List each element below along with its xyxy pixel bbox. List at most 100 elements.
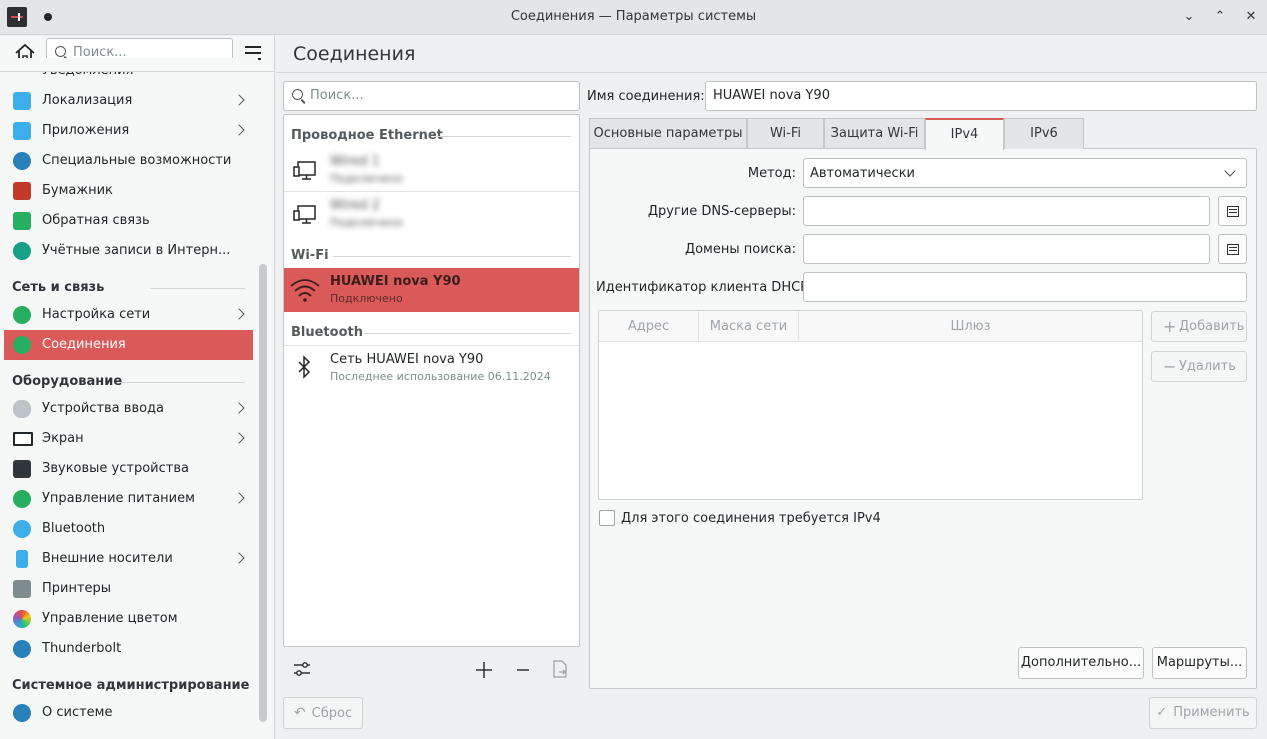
tab-wifi[interactable]: Wi-Fi xyxy=(747,118,824,149)
chevron-right-icon xyxy=(233,552,245,564)
sidebar-item-network-settings[interactable]: Настройка сети xyxy=(4,300,253,330)
sidebar-item-thunderbolt[interactable]: Thunderbolt xyxy=(4,634,253,664)
sidebar-item-accessibility[interactable]: Специальные возможности xyxy=(4,146,253,176)
dhcp-client-label: Идентификатор клиента DHCP: xyxy=(596,280,813,295)
tab-ipv4[interactable]: IPv4 xyxy=(925,118,1004,150)
tab-general[interactable]: Основные параметры xyxy=(589,118,747,149)
list-item[interactable]: Wired 1 Подключено xyxy=(284,148,579,192)
dns-edit-button[interactable] xyxy=(1218,196,1247,226)
sidebar-item-label: Внешние носители xyxy=(42,551,173,566)
domains-edit-button[interactable] xyxy=(1218,234,1247,264)
ethernet-icon xyxy=(293,205,316,224)
list-item-active[interactable]: HUAWEI nova Y90 Подключено xyxy=(284,268,579,312)
connections-search-placeholder: Поиск... xyxy=(310,88,364,103)
section-divider xyxy=(120,382,245,383)
sidebar-item-online-accounts[interactable]: Учётные записи в Интерн... xyxy=(4,236,253,266)
search-icon xyxy=(292,89,303,100)
require-ipv4-label: Для этого соединения требуется IPv4 xyxy=(621,511,881,526)
sidebar-item-about[interactable]: О системе xyxy=(4,698,253,728)
section-hardware: Оборудование xyxy=(12,374,123,389)
routes-button[interactable]: Маршруты... xyxy=(1152,647,1247,679)
reset-label: Сброс xyxy=(311,706,353,721)
apply-label: Применить xyxy=(1173,705,1250,720)
tab-ipv6[interactable]: IPv6 xyxy=(1004,118,1084,149)
window-title: Соединения — Параметры системы xyxy=(510,9,757,24)
sidebar-clip xyxy=(0,58,258,72)
remove-address-label: Удалить xyxy=(1179,359,1236,374)
list-item[interactable]: Сеть HUAWEI nova Y90 Последнее использов… xyxy=(284,346,579,390)
accessibility-icon xyxy=(13,152,31,170)
connection-name-input[interactable]: HUAWEI nova Y90 xyxy=(705,81,1257,111)
sidebar-item-color[interactable]: Управление цветом xyxy=(4,604,253,634)
maximize-button[interactable]: ⌃ xyxy=(1211,8,1229,26)
header-divider xyxy=(276,72,1267,73)
sidebar-item-wallet[interactable]: Бумажник xyxy=(4,176,253,206)
sidebar-item-label: Экран xyxy=(42,431,84,446)
chevron-right-icon xyxy=(233,94,245,106)
require-ipv4-checkbox[interactable] xyxy=(599,510,615,526)
sidebar-item-applications[interactable]: Приложения xyxy=(4,116,253,146)
connection-name: HUAWEI nova Y90 xyxy=(330,274,461,289)
dns-input[interactable] xyxy=(803,196,1210,226)
advanced-button[interactable]: Дополнительно... xyxy=(1018,647,1144,679)
pin-icon[interactable] xyxy=(44,13,52,21)
color-icon xyxy=(13,610,31,628)
sidebar-item-removable[interactable]: Внешние носители xyxy=(4,544,253,574)
group-bluetooth: Bluetooth xyxy=(291,325,363,340)
sidebar-item-label: Устройства ввода xyxy=(42,401,165,416)
sidebar-item-bluetooth[interactable]: Bluetooth xyxy=(4,514,253,544)
chevron-down-icon xyxy=(1224,165,1236,177)
address-table[interactable]: Адрес Маска сети Шлюз xyxy=(598,310,1143,500)
apply-button[interactable]: ✓ Применить xyxy=(1149,697,1257,729)
sidebar-item-localization[interactable]: Локализация xyxy=(4,86,253,116)
export-connection-button[interactable] xyxy=(550,659,570,679)
sidebar-item-label: Приложения xyxy=(42,123,130,138)
sidebar-item-audio[interactable]: Звуковые устройства xyxy=(4,454,253,484)
remove-address-button[interactable]: − Удалить xyxy=(1151,351,1247,382)
sidebar-item-power[interactable]: Управление питанием xyxy=(4,484,253,514)
reset-button[interactable]: ↶ Сброс xyxy=(283,697,363,729)
search-domains-input[interactable] xyxy=(803,234,1210,264)
minimize-button[interactable]: ⌄ xyxy=(1180,8,1198,26)
info-icon xyxy=(13,704,31,722)
feedback-icon xyxy=(13,212,31,230)
power-icon xyxy=(13,490,31,508)
connection-name: Wired 2 xyxy=(330,198,380,213)
sidebar-item-connections[interactable]: Соединения xyxy=(4,330,253,360)
tab-wifi-security[interactable]: Защита Wi-Fi xyxy=(824,118,925,149)
search-domains-label: Домены поиска: xyxy=(684,242,796,257)
sidebar-item-label: Принтеры xyxy=(42,581,112,596)
remove-connection-button[interactable] xyxy=(513,660,533,680)
connection-status: Подключено xyxy=(330,292,403,305)
connection-status: Подключено xyxy=(330,216,403,229)
column-address[interactable]: Адрес xyxy=(599,311,699,342)
sidebar-item-label: Звуковые устройства xyxy=(42,461,189,476)
column-netmask[interactable]: Маска сети xyxy=(699,311,799,342)
group-ethernet: Проводное Ethernet xyxy=(291,128,443,143)
sidebar-item-display[interactable]: Экран xyxy=(4,424,253,454)
list-item[interactable]: Wired 2 Подключено xyxy=(284,192,579,236)
sidebar-item-feedback[interactable]: Обратная связь xyxy=(4,206,253,236)
add-connection-button[interactable] xyxy=(474,660,494,680)
sidebar-scrollbar[interactable] xyxy=(259,264,267,722)
display-icon xyxy=(13,432,33,446)
sidebar-item-label: Настройка сети xyxy=(42,307,151,322)
connection-status: Подключено xyxy=(330,172,403,185)
close-button[interactable]: ✕ xyxy=(1242,8,1260,26)
method-select[interactable]: Автоматически xyxy=(803,158,1247,188)
connection-name: Сеть HUAWEI nova Y90 xyxy=(330,352,484,367)
minus-icon xyxy=(517,669,529,671)
chevron-right-icon xyxy=(233,492,245,504)
method-label: Метод: xyxy=(747,166,796,181)
sidebar-item-printers[interactable]: Принтеры xyxy=(4,574,253,604)
connections-search-input[interactable]: Поиск... xyxy=(283,81,580,111)
app-icon[interactable] xyxy=(7,7,27,27)
dhcp-client-input[interactable] xyxy=(803,272,1247,302)
add-address-button[interactable]: + Добавить xyxy=(1151,311,1247,342)
column-gateway[interactable]: Шлюз xyxy=(799,311,1142,342)
method-value: Автоматически xyxy=(810,166,916,181)
wifi-icon xyxy=(290,279,320,302)
sidebar-item-input-devices[interactable]: Устройства ввода xyxy=(4,394,253,424)
sidebar-item-label: Thunderbolt xyxy=(42,641,122,656)
configure-button[interactable] xyxy=(292,659,312,679)
